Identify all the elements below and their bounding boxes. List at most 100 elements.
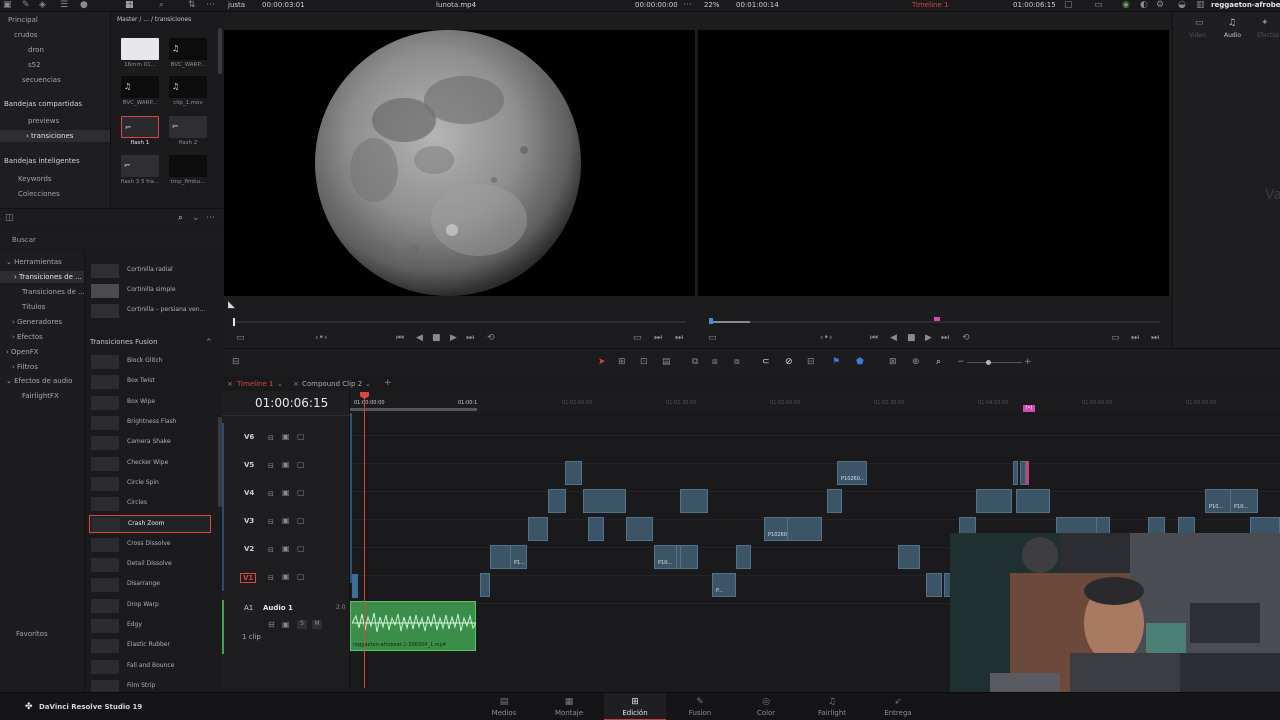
video-clip[interactable]: P10260... [837,461,867,485]
tree-filtros[interactable]: › Filtros [12,363,38,371]
video-clip[interactable] [588,517,604,541]
page-fusion[interactable]: Fusion [675,709,725,717]
effect-item[interactable]: Box Wipe [89,394,211,412]
breadcrumb[interactable]: Master / ... / transiciones [117,16,191,23]
tab-audio[interactable]: Audio [1224,32,1241,39]
effect-item[interactable]: Fall and Bounce [89,658,211,676]
video-track-header[interactable]: V1 ⊟ ▣ ▢ [222,563,350,591]
auto-select-icon[interactable]: ▣ [282,432,290,442]
lock-icon[interactable]: ⊟ [268,620,275,630]
detail-zoom-icon[interactable]: ⊕ [912,357,920,367]
more-icon[interactable]: ⋯ [206,213,215,223]
video-clip[interactable] [480,573,490,597]
time-ruler[interactable] [350,391,1280,413]
source-scrubber[interactable] [234,321,686,323]
fairlight-page-icon[interactable]: ♫ [807,697,857,707]
video-clip[interactable] [583,489,626,513]
page-edicion[interactable]: Edición [610,709,660,717]
skip-start-icon[interactable]: ⏮ [396,333,404,343]
timeline-viewer[interactable] [698,30,1169,296]
video-track-header[interactable]: V6 ⊟ ▣ ▢ [222,423,350,451]
search-icon[interactable]: ⌕ [159,0,164,10]
panel-icon[interactable]: ▣ [3,0,12,10]
tree-transiciones-1[interactable]: › Transiciones de ... [14,273,82,281]
tree-favoritos[interactable]: Favoritos [16,630,48,638]
window-icon[interactable]: ▢ [1064,0,1073,10]
playhead-line[interactable] [364,395,365,688]
effect-item[interactable]: Box Twist [89,373,211,391]
effect-item[interactable]: Detail Dissolve [89,556,211,574]
visibility-icon[interactable]: ▢ [297,460,305,470]
lock-icon[interactable]: ⊟ [268,461,274,471]
in-out-range[interactable] [350,408,477,411]
skip-end-icon[interactable]: ⏭ [941,333,949,343]
search-icon[interactable]: ⌕ [178,213,183,223]
video-clip[interactable] [528,517,548,541]
match-frame-icon[interactable]: ▭ [1111,333,1120,343]
media-thumbnail[interactable]: ♫ [169,38,207,60]
tree-herramientas[interactable]: ⌄ Herramientas [6,258,62,266]
tab-timeline-1[interactable]: Timeline 1 [237,380,273,388]
video-clip[interactable] [565,461,582,485]
play-reverse-icon[interactable]: ◀ [890,333,897,343]
trim-tool-icon[interactable]: ⊞ [618,357,626,367]
video-clip[interactable] [736,545,751,569]
zoom-icon[interactable]: ⌕ [936,357,941,367]
match-frame-icon[interactable]: ▭ [633,333,642,343]
next-icon[interactable]: ⏭ [1131,333,1139,343]
media-thumbnail[interactable]: ⌐ [121,155,159,177]
auto-select-icon[interactable]: ▣ [282,544,290,554]
auto-select-icon[interactable]: ▣ [282,516,290,526]
chevron-down-icon[interactable]: ⌄ [277,379,283,389]
video-clip[interactable] [1016,489,1050,513]
bin-principal[interactable]: Principal [8,16,38,24]
zoom-slider[interactable] [967,362,1022,363]
more-icon[interactable]: ⋯ [206,0,215,10]
bin-dron[interactable]: dron [28,46,44,54]
auto-select-icon[interactable]: ▣ [282,572,290,582]
video-clip[interactable]: P10... [1230,489,1258,513]
chevron-down-icon[interactable]: ⌄ [192,213,200,223]
layout-icon[interactable]: ⊟ [232,357,240,367]
effect-item[interactable]: Edgy [89,617,211,635]
page-color[interactable]: Color [741,709,791,717]
tree-efectos[interactable]: › Efectos [12,333,43,341]
user-icon[interactable]: ◒ [1178,0,1186,10]
lock-icon[interactable]: ⊟ [268,433,274,443]
solo-button[interactable]: S [297,620,307,629]
end-icon[interactable]: ⏭ [1151,333,1159,343]
effect-item[interactable]: Disarrange [89,576,211,594]
next-icon[interactable]: ⏭ [654,333,662,343]
audio-clip[interactable]: reggaeton-afrobeat-1-296504_1.mp4 [350,601,476,651]
effect-item[interactable]: Brightness Flash [89,414,211,432]
view-icon[interactable]: ▭ [236,333,245,343]
effect-item[interactable]: Camera Shake [89,434,211,452]
marker[interactable] [934,317,940,321]
video-clip[interactable] [787,517,822,541]
visibility-icon[interactable]: ▢ [297,544,305,554]
effect-item[interactable]: Cortinilla – persiana ven... [89,302,211,320]
video-clip[interactable] [548,489,566,513]
marker-icon[interactable]: ⬟ [856,357,864,367]
loop-icon[interactable]: ⟲ [487,333,495,343]
deliver-page-icon[interactable]: ➶ [873,697,923,707]
snap-icon[interactable]: ⊂ [762,357,770,367]
tab-compound-clip[interactable]: Compound Clip 2 [302,380,362,388]
zoom-out-icon[interactable]: − [957,357,965,367]
tree-fairlightfx[interactable]: FairlightFX [22,392,59,400]
skip-end-icon[interactable]: ⏭ [466,333,474,343]
effect-item[interactable]: Checker Wipe [89,455,211,473]
source-playhead[interactable] [233,318,235,326]
dot-icon[interactable]: ● [80,0,88,10]
mute-button[interactable]: M [312,620,322,629]
media-thumbnail[interactable] [121,38,159,60]
dynamic-trim-icon[interactable]: ⊡ [640,357,648,367]
bin-previews[interactable]: previews [28,117,59,125]
sidebar-icon[interactable]: ▥ [1196,0,1205,10]
marked-clip[interactable] [1026,461,1029,485]
video-clip[interactable] [680,489,708,513]
collapse-icon[interactable]: ⌃ [205,338,213,348]
tree-openfx[interactable]: › OpenFX [6,348,39,356]
view-icon[interactable]: ▭ [708,333,717,343]
video-clip[interactable]: P1... [510,545,527,569]
